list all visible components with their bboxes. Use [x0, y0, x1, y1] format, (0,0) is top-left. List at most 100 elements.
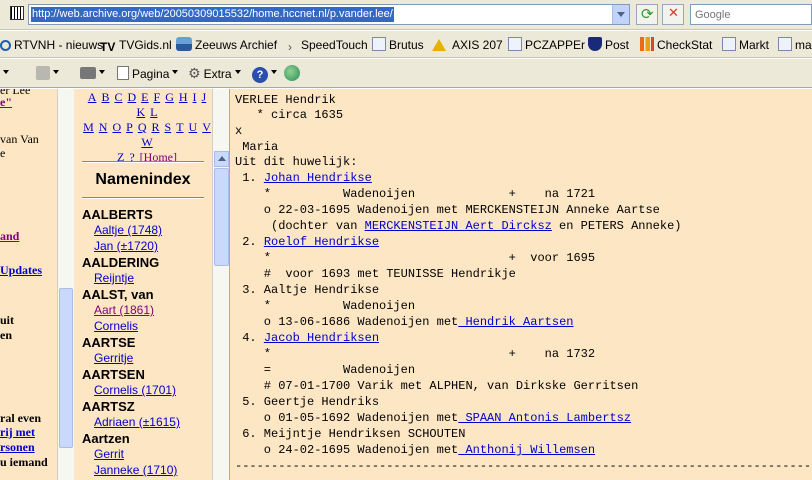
divider — [82, 161, 204, 163]
person-link[interactable]: Janneke (1710) — [94, 463, 177, 477]
alpha-letter-link[interactable]: O — [112, 120, 121, 134]
alpha-letter-link[interactable]: Q — [138, 120, 147, 134]
print-button[interactable] — [80, 65, 105, 83]
child-link[interactable]: Jacob Hendriksen — [264, 331, 379, 345]
child-link[interactable]: Johan Hendrikse — [264, 171, 372, 185]
alpha-letter-link[interactable]: V — [202, 120, 211, 134]
stop-icon[interactable] — [662, 4, 684, 25]
person-link[interactable]: Gerritje — [94, 351, 133, 365]
extra-menu[interactable]: ⚙ Extra — [188, 65, 241, 83]
person-link[interactable]: Jan (±1720) — [94, 239, 158, 253]
person-link[interactable]: Gerrit — [94, 447, 124, 461]
help-button[interactable]: ? — [252, 65, 277, 83]
feeds-button[interactable] — [36, 65, 59, 83]
page-menu[interactable]: Pagina — [117, 65, 179, 83]
scrollbar-thumb[interactable] — [214, 168, 229, 266]
alpha-letter-link[interactable]: C — [114, 90, 122, 104]
home-dropdown[interactable] — [0, 65, 9, 83]
alpha-letter-link[interactable]: D — [127, 90, 136, 104]
text-line: o 01-05-1692 Wadenoijen met SPAAN Antoni… — [235, 411, 632, 425]
alpha-letter-link[interactable]: F — [154, 90, 161, 104]
child-link[interactable]: Roelof Hendrikse — [264, 235, 379, 249]
alpha-letter-link[interactable]: A — [88, 90, 97, 104]
scroll-up-icon[interactable] — [214, 151, 229, 167]
link-speedtouch[interactable]: › SpeedTouch — [288, 36, 368, 54]
text-line: o 24-02-1695 Wadenoijen met Anthonij Wil… — [235, 443, 596, 457]
left-link[interactable]: rij met — [0, 425, 35, 440]
family-name: AALBERTS — [82, 207, 153, 222]
link-markt[interactable]: Markt — [722, 36, 769, 54]
link-brutus[interactable]: Brutus — [372, 36, 424, 54]
search-field[interactable] — [690, 4, 812, 25]
command-bar: Pagina ⚙ Extra ? — [0, 59, 812, 88]
person-link[interactable]: Adriaen (±1615) — [94, 415, 180, 429]
ie-page-icon — [722, 37, 736, 51]
text-line: * Wadenoijen — [235, 299, 416, 313]
chevron-down-icon — [271, 70, 277, 77]
parent-link[interactable]: MERCKENSTEIJN Aert Dircksz — [365, 219, 552, 233]
family-name: AALST, van — [82, 287, 154, 302]
left-link[interactable]: e" — [0, 95, 12, 110]
alpha-letter-link[interactable]: U — [189, 120, 198, 134]
alpha-letter-link[interactable]: W — [141, 135, 152, 149]
separator-line: ----------------------------------------… — [235, 459, 812, 473]
alpha-letter-link[interactable]: K — [136, 105, 145, 119]
left-frame: er Lee e" van Van e and Updates uit en r… — [0, 89, 57, 480]
person-link[interactable]: Cornelis (1701) — [94, 383, 176, 397]
text-line: (dochter van MERCKENSTEIJN Aert Dircksz … — [235, 219, 682, 233]
spouse-link[interactable]: Anthonij Willemsen — [458, 443, 595, 457]
person-link[interactable]: Aart (1861) — [94, 303, 154, 317]
alpha-letter-link[interactable]: L — [150, 105, 157, 119]
alpha-letter-link[interactable]: T — [176, 120, 183, 134]
alpha-letter-link[interactable]: P — [126, 120, 133, 134]
left-text: ral even — [0, 411, 41, 425]
left-link[interactable]: Updates — [0, 263, 42, 278]
family-name: AARTSEN — [82, 367, 145, 382]
search-input[interactable] — [691, 5, 809, 25]
alpha-letter-link[interactable]: H — [179, 90, 188, 104]
refresh-icon[interactable] — [636, 4, 658, 25]
left-text: e — [0, 146, 6, 160]
text-line: Uit dit huwelijk: — [235, 155, 358, 169]
family-name: Aartzen — [82, 431, 130, 446]
alpha-letter-link[interactable]: I — [193, 90, 197, 104]
person-link[interactable]: Reijntje — [94, 271, 134, 285]
alpha-letter-link[interactable]: S — [165, 120, 172, 134]
alpha-letter-link[interactable]: B — [101, 90, 109, 104]
ie-page-icon — [372, 37, 386, 51]
link-pczapper[interactable]: PCZAPPEr — [508, 36, 585, 54]
left-link[interactable]: rsonen — [0, 440, 35, 455]
research-button[interactable] — [284, 65, 300, 83]
alpha-letter-link[interactable]: N — [99, 120, 108, 134]
link-zeeuws-archief[interactable]: Zeeuws Archief — [176, 36, 277, 54]
alpha-letter-link[interactable]: E — [141, 90, 148, 104]
address-dropdown-icon[interactable] — [612, 5, 629, 24]
alpha-letter-link[interactable]: J — [202, 90, 207, 104]
address-field[interactable]: http://web.archive.org/web/2005030901553… — [28, 4, 630, 25]
spouse-link[interactable]: SPAAN Antonis Lambertsz — [458, 411, 631, 425]
url-text[interactable]: http://web.archive.org/web/2005030901553… — [31, 7, 394, 22]
tv-icon: TV — [100, 40, 116, 54]
text-line: = Wadenoijen — [235, 363, 416, 377]
left-scrollbar[interactable] — [57, 89, 74, 480]
left-text: uit — [0, 313, 15, 327]
link-rtvnh[interactable]: RTVNH - nieuws — [0, 36, 103, 54]
left-link[interactable]: and — [0, 229, 19, 244]
link-axis[interactable]: AXIS 207 — [432, 36, 503, 54]
chevron-down-icon — [53, 70, 59, 77]
link-checkstat[interactable]: CheckStat — [640, 36, 712, 54]
person-link[interactable]: Cornelis — [94, 319, 138, 333]
link-tvgids[interactable]: TV TVGids.nl — [100, 36, 172, 54]
person-name: VERLEE Hendrik — [235, 93, 336, 107]
rss-icon — [36, 66, 50, 80]
person-link[interactable]: Aaltje (1748) — [94, 223, 162, 237]
link-ma[interactable]: ma — [778, 36, 812, 54]
text-line: * + voor 1695 — [235, 251, 596, 265]
alpha-letter-link[interactable]: R — [151, 120, 159, 134]
spouse-link[interactable]: Hendrik Aartsen — [458, 315, 573, 329]
alpha-letter-link[interactable]: G — [165, 90, 174, 104]
scrollbar-thumb[interactable] — [59, 288, 73, 448]
index-scrollbar[interactable] — [212, 89, 230, 480]
link-post[interactable]: Post — [588, 36, 629, 54]
alpha-letter-link[interactable]: M — [83, 120, 94, 134]
